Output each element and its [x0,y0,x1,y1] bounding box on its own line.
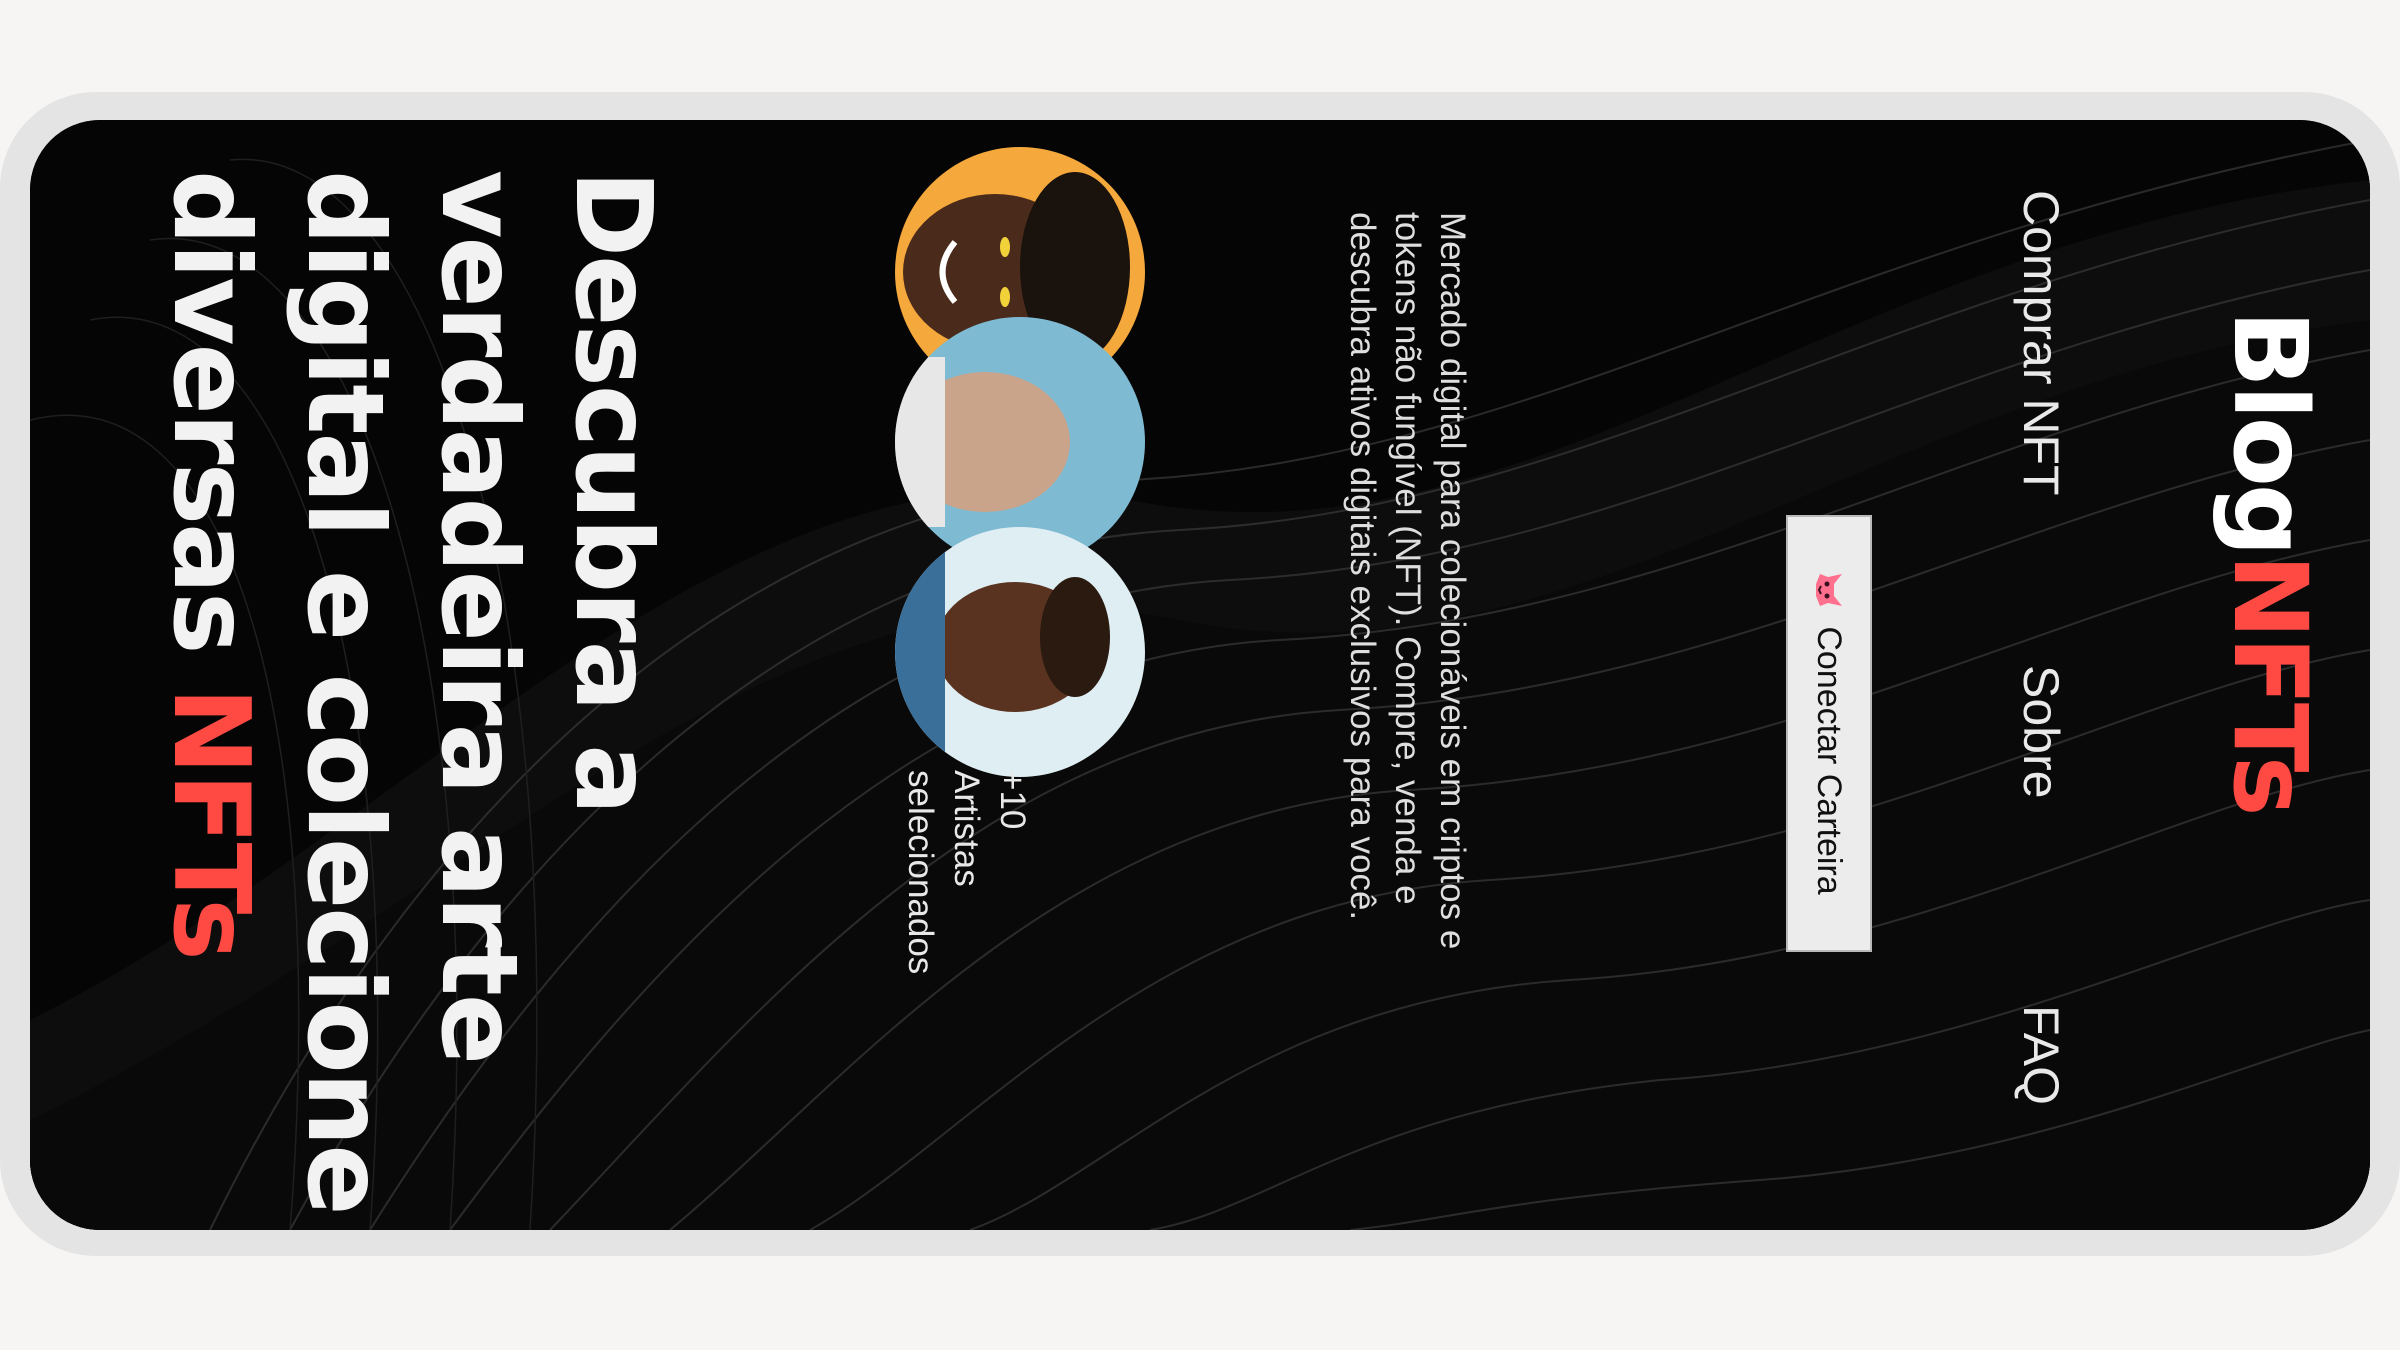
fox-icon [1816,574,1842,607]
brand-logo[interactable]: BlogNFTs [2210,310,2329,814]
artists-count-value: +10 [993,770,1032,830]
artists-count-label: Artistas selecionados [901,770,986,975]
connect-wallet-button[interactable]: Conectar Carteira [1786,515,1872,952]
hero-headline: Descubra a verdadeira arte digital e col… [144,170,680,1220]
connect-wallet-label: Conectar Carteira [1810,626,1849,895]
artist-avatar[interactable] [895,527,1145,777]
artist-avatars [875,147,1145,777]
nav-item-faq[interactable]: FAQ [2012,1005,2070,1105]
landing-page: BlogNFTs Comprar NFT Sobre FAQ Conectar … [30,120,2370,1230]
nav-item-comprar-nft[interactable]: Comprar NFT [2012,190,2070,496]
main-nav: Comprar NFT Sobre FAQ [1990,155,2070,1125]
hero-description: Mercado digital para colecionáveis em cr… [1343,212,1472,950]
headline-accent: NFTs [150,687,272,959]
logo-prefix: Blog [2210,310,2329,554]
logo-accent: NFTs [2210,553,2329,814]
nav-item-sobre[interactable]: Sobre [2012,665,2070,798]
app-screen: BlogNFTs Comprar NFT Sobre FAQ Conectar … [30,120,2370,1230]
artists-count: +10 Artistas selecionados [897,770,1035,975]
